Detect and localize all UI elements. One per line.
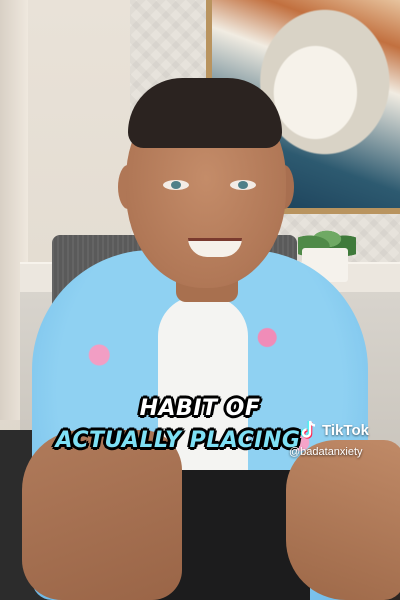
tiktok-logo-icon — [300, 420, 318, 440]
left-arm — [22, 430, 182, 600]
right-hand — [286, 440, 400, 600]
hair — [128, 78, 282, 148]
video-frame[interactable]: HABIT OF ACTUALLY PLACING TikTok @badata… — [0, 0, 400, 600]
tiktok-watermark: TikTok — [300, 420, 369, 440]
right-eye — [230, 180, 256, 190]
left-eye — [163, 180, 189, 190]
creator-handle: @badatanxiety — [289, 446, 363, 458]
caption-line-1: HABIT OF — [139, 396, 261, 421]
tiktok-brand-label: TikTok — [322, 421, 369, 439]
